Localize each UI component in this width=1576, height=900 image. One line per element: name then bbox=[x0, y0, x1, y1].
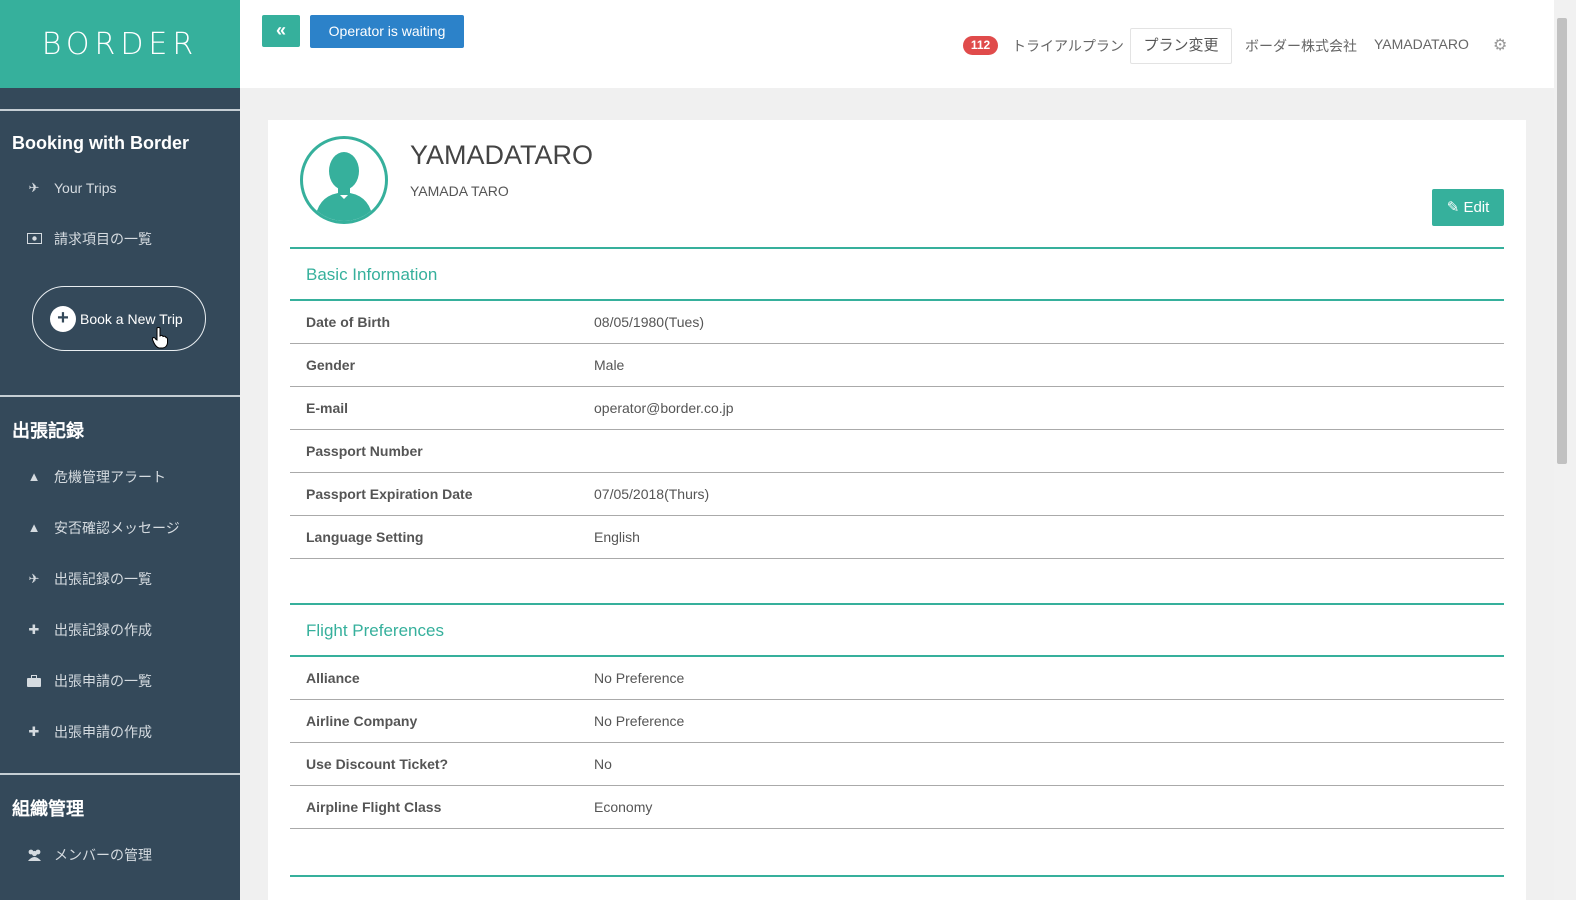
section-divider bbox=[290, 875, 1504, 877]
field-label: Language Setting bbox=[306, 529, 424, 545]
field-value: operator@border.co.jp bbox=[594, 400, 734, 416]
sidebar-item-label: メンバーの管理 bbox=[54, 846, 152, 863]
sidebar-item-label: 出張申請の一覧 bbox=[54, 672, 152, 689]
company-name: ボーダー株式会社 bbox=[1245, 38, 1357, 54]
sidebar-item-label: 出張申請の作成 bbox=[54, 723, 152, 740]
warning-icon: ▲ bbox=[27, 520, 41, 535]
table-row: E-mail operator@border.co.jp bbox=[290, 387, 1504, 430]
flight-preferences-section: Flight Preferences Alliance No Preferenc… bbox=[290, 603, 1504, 829]
field-label: E-mail bbox=[306, 400, 349, 416]
field-value: 08/05/1980(Tues) bbox=[594, 314, 704, 330]
book-new-trip-button[interactable]: + Book a New Trip bbox=[32, 286, 206, 351]
sidebar: BORDER Booking with Border ✈ Your Trips … bbox=[0, 0, 240, 900]
field-label: Passport Expiration Date bbox=[306, 486, 473, 502]
profile-panel: YAMADATARO YAMADA TARO ✎ Edit Basic Info… bbox=[268, 120, 1526, 900]
plus-icon: + bbox=[50, 305, 76, 332]
table-row: Language Setting English bbox=[290, 516, 1504, 559]
table-row: Airline Company No Preference bbox=[290, 700, 1504, 743]
warning-icon: ▲ bbox=[27, 469, 41, 484]
sidebar-item-create-trip-record[interactable]: ✚ 出張記録の作成 bbox=[0, 604, 240, 655]
section-heading-org-management: 組織管理 bbox=[12, 799, 84, 819]
table-row: Airpline Flight Class Economy bbox=[290, 786, 1504, 829]
field-value: Economy bbox=[594, 799, 653, 815]
scrollbar-thumb[interactable] bbox=[1557, 18, 1567, 464]
field-label: Gender bbox=[306, 357, 356, 373]
field-label: Date of Birth bbox=[306, 314, 390, 330]
user-silhouette-icon bbox=[315, 152, 373, 221]
sidebar-item-label: 請求項目の一覧 bbox=[54, 230, 152, 247]
pencil-icon: ✎ bbox=[1446, 199, 1460, 216]
trial-plan-label: トライアルプラン bbox=[1012, 38, 1124, 54]
profile-subname: YAMADA TARO bbox=[410, 183, 509, 199]
sidebar-item-member-management[interactable]: メンバーの管理 bbox=[0, 829, 240, 880]
section-title-flight-preferences: Flight Preferences bbox=[290, 603, 1504, 657]
profile-name: YAMADATARO bbox=[410, 140, 594, 170]
section-heading-trip-records: 出張記録 bbox=[12, 421, 84, 441]
operator-waiting-button[interactable]: Operator is waiting bbox=[310, 15, 464, 48]
sidebar-item-your-trips[interactable]: ✈ Your Trips bbox=[0, 162, 240, 213]
hand-cursor-icon bbox=[152, 327, 168, 349]
plus-icon: ✚ bbox=[28, 723, 40, 739]
edit-label: Edit bbox=[1463, 199, 1490, 216]
basic-information-section: Basic Information Date of Birth 08/05/19… bbox=[290, 247, 1504, 559]
sidebar-item-crisis-alert[interactable]: ▲ 危機管理アラート bbox=[0, 451, 240, 502]
table-row: Use Discount Ticket? No bbox=[290, 743, 1504, 786]
table-row: Gender Male bbox=[290, 344, 1504, 387]
field-label: Alliance bbox=[306, 670, 360, 686]
logo-text: BORDER bbox=[41, 26, 199, 62]
top-bar: « Operator is waiting 112 トライアルプラン プラン変更… bbox=[240, 0, 1554, 88]
logo[interactable]: BORDER bbox=[0, 0, 240, 88]
field-label: Airpline Flight Class bbox=[306, 799, 442, 815]
user-menu[interactable]: YAMADATARO bbox=[1374, 36, 1469, 52]
field-value: Male bbox=[594, 357, 625, 373]
notification-badge[interactable]: 112 bbox=[963, 36, 998, 55]
sidebar-item-billing-list[interactable]: 請求項目の一覧 bbox=[0, 213, 240, 264]
table-row: Alliance No Preference bbox=[290, 657, 1504, 700]
field-value: 07/05/2018(Thurs) bbox=[594, 486, 710, 502]
sidebar-item-label: 出張記録の一覧 bbox=[54, 570, 152, 587]
section-heading-booking: Booking with Border bbox=[12, 133, 189, 153]
divider bbox=[0, 109, 240, 111]
field-value: No bbox=[594, 756, 612, 772]
table-row: Passport Expiration Date 07/05/2018(Thur… bbox=[290, 473, 1504, 516]
plan-change-button[interactable]: プラン変更 bbox=[1130, 28, 1232, 64]
sidebar-item-label: 危機管理アラート bbox=[54, 468, 166, 485]
field-label: Airline Company bbox=[306, 713, 418, 729]
section-title-basic-information: Basic Information bbox=[290, 247, 1504, 301]
booking-section: Booking with Border ✈ Your Trips 請求項目の一覧… bbox=[0, 111, 240, 395]
sidebar-item-label: 出張記録の作成 bbox=[54, 621, 152, 638]
table-row: Passport Number bbox=[290, 430, 1504, 473]
page-scrollbar[interactable] bbox=[1554, 0, 1576, 900]
divider bbox=[0, 773, 240, 775]
sidebar-item-safety-message[interactable]: ▲ 安否確認メッセージ bbox=[0, 502, 240, 553]
table-row: Date of Birth 08/05/1980(Tues) bbox=[290, 301, 1504, 344]
avatar bbox=[300, 136, 388, 224]
plane-icon: ✈ bbox=[28, 179, 40, 195]
field-value: No Preference bbox=[594, 713, 685, 729]
plane-icon: ✈ bbox=[28, 570, 40, 586]
field-label: Passport Number bbox=[306, 443, 423, 459]
field-value: English bbox=[594, 529, 640, 545]
gear-icon[interactable]: ⚙ bbox=[1493, 35, 1507, 55]
field-label: Use Discount Ticket? bbox=[306, 756, 449, 772]
book-new-trip-label: Book a New Trip bbox=[80, 310, 183, 327]
sidebar-item-trip-request-list[interactable]: 出張申請の一覧 bbox=[0, 655, 240, 706]
sidebar-item-trip-record-list[interactable]: ✈ 出張記録の一覧 bbox=[0, 553, 240, 604]
sidebar-item-label: Your Trips bbox=[54, 179, 117, 196]
book-button-wrap: + Book a New Trip bbox=[0, 264, 240, 395]
field-value: No Preference bbox=[594, 670, 685, 686]
divider bbox=[0, 395, 240, 397]
sidebar-item-label: 安否確認メッセージ bbox=[54, 519, 180, 536]
briefcase-icon bbox=[26, 673, 42, 689]
users-icon bbox=[26, 847, 42, 863]
sidebar-item-create-trip-request[interactable]: ✚ 出張申請の作成 bbox=[0, 706, 240, 757]
plus-icon: ✚ bbox=[28, 621, 40, 637]
collapse-sidebar-button[interactable]: « bbox=[262, 15, 300, 47]
org-management-section: 組織管理 メンバーの管理 bbox=[0, 775, 240, 880]
trip-records-section: 出張記録 ▲ 危機管理アラート ▲ 安否確認メッセージ ✈ 出張記録の一覧 ✚ … bbox=[0, 397, 240, 757]
edit-profile-button[interactable]: ✎ Edit bbox=[1432, 189, 1504, 226]
money-icon bbox=[26, 231, 42, 247]
